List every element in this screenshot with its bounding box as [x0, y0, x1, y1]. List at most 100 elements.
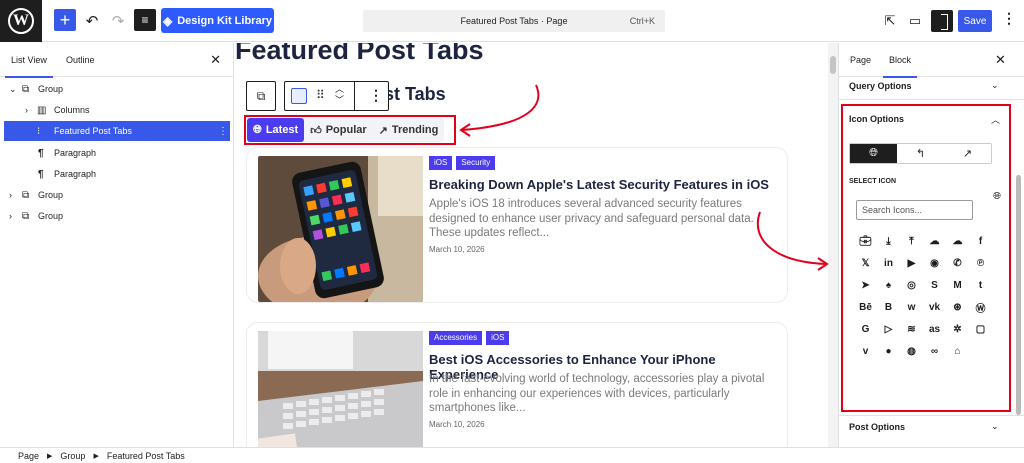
list-item-group[interactable]: › ⧉ Group — [0, 206, 234, 226]
tab-trending[interactable]: ↗ Trending — [373, 118, 445, 142]
search-icons-input[interactable]: Search Icons... — [856, 200, 973, 220]
list-item-featured-post-tabs[interactable]: ⁝ Featured Post Tabs ⋮ — [4, 121, 230, 141]
chevron-up-icon[interactable]: ︿ — [991, 113, 1000, 126]
post-card[interactable]: iOS Security Breaking Down Apple's Lates… — [246, 147, 788, 303]
rss-icon[interactable]: ≋ — [900, 321, 923, 337]
download-icon[interactable]: ⤓ — [877, 233, 900, 249]
tumblr-icon[interactable]: t — [969, 277, 992, 293]
canvas-scrollbar[interactable] — [828, 43, 838, 447]
tripadvisor-icon[interactable]: ∞ — [923, 343, 946, 359]
view-external-icon[interactable]: ⇱ — [878, 9, 902, 33]
breadcrumb-group[interactable]: Group — [60, 451, 85, 461]
telegram-icon[interactable]: ➤ — [854, 277, 877, 293]
add-block-button[interactable]: + — [54, 9, 76, 31]
blogger-icon[interactable]: B — [877, 299, 900, 315]
wix-icon[interactable]: w — [900, 299, 923, 315]
x-icon[interactable]: 𝕏 — [854, 255, 877, 271]
drag-handle-icon[interactable]: ⠿ — [316, 88, 325, 102]
chevron-down-icon[interactable]: ⌄ — [9, 84, 17, 95]
breadcrumb-page[interactable]: Page — [18, 451, 39, 461]
post-thumbnail-accessories[interactable] — [258, 331, 423, 447]
briefcase-icon[interactable]: 💼︎ — [854, 233, 877, 249]
tab-outline[interactable]: Outline — [66, 55, 95, 65]
pinterest-icon[interactable]: ℗ — [969, 255, 992, 271]
stumbleupon-icon[interactable]: S — [923, 277, 946, 293]
command-palette-bar[interactable]: Featured Post Tabs · Page Ctrl+K — [363, 10, 665, 32]
tag-badge[interactable]: iOS — [486, 331, 510, 345]
play-store-icon[interactable]: ▷ — [877, 321, 900, 337]
github-icon[interactable]: ◍ — [900, 343, 923, 359]
dribbble-icon[interactable]: ⊛ — [946, 299, 969, 315]
medium-icon[interactable]: M — [946, 277, 969, 293]
design-kit-library-button[interactable]: ◈ Design Kit Library — [161, 8, 274, 33]
canvas-scrollbar-thumb[interactable] — [830, 56, 836, 74]
tab-list-view[interactable]: List View — [5, 55, 53, 78]
redo-icon[interactable]: ↷ — [106, 9, 130, 33]
list-item-columns[interactable]: › ▥ Columns — [0, 100, 234, 120]
list-item-group[interactable]: ⌄ ⧉ Group — [0, 79, 234, 99]
cloud-download-icon[interactable]: ☁ — [923, 233, 946, 249]
post-options-panel[interactable]: Post Options ⌄ — [839, 415, 1024, 437]
post-card[interactable]: Accessories iOS Best iOS Accessories to … — [246, 322, 788, 447]
globe-icon[interactable]: 🌐︎ — [850, 144, 897, 163]
tab-latest[interactable]: 🌐︎ Latest — [247, 118, 305, 142]
yelp-icon[interactable]: ✲ — [946, 321, 969, 337]
reddit-icon[interactable]: ◉ — [923, 255, 946, 271]
turn-arrow-icon[interactable]: ↰ — [897, 144, 944, 163]
device-preview-icon[interactable]: ▭ — [903, 9, 927, 33]
close-icon[interactable]: ✕ — [995, 52, 1006, 68]
list-item-group[interactable]: › ⧉ Group — [0, 185, 234, 205]
chevron-right-icon[interactable]: › — [9, 190, 12, 200]
tag-badge[interactable]: Security — [456, 156, 496, 170]
vimeo-icon[interactable]: v — [854, 343, 877, 359]
options-kebab-icon[interactable]: ⋮ — [1002, 10, 1016, 27]
post-options-header[interactable]: Post Options — [849, 422, 905, 432]
block-options-icon[interactable]: ⋮ — [369, 87, 383, 104]
twitch-icon[interactable]: ▢ — [969, 321, 992, 337]
options-kebab-icon[interactable]: ⋮ — [218, 126, 228, 137]
wordpress-logo-icon[interactable]: W — [0, 0, 42, 42]
cloud-upload-icon[interactable]: ☁ — [946, 233, 969, 249]
whatsapp-icon[interactable]: ✆ — [946, 255, 969, 271]
tag-badge[interactable]: iOS — [429, 156, 453, 170]
document-overview-icon[interactable]: ≡ — [134, 9, 156, 31]
save-button[interactable]: Save — [958, 10, 992, 32]
close-icon[interactable]: ✕ — [210, 52, 221, 68]
breadcrumb-featured-post-tabs[interactable]: Featured Post Tabs — [107, 451, 185, 461]
chevron-down-icon[interactable]: ⌄ — [991, 421, 999, 432]
tag-badge[interactable]: Accessories — [429, 331, 483, 345]
icon-options-header[interactable]: Icon Options — [849, 114, 904, 124]
behance-icon[interactable]: Bē — [854, 299, 877, 315]
inspector-scrollbar[interactable] — [1016, 175, 1021, 415]
instagram-icon[interactable]: ◎ — [900, 277, 923, 293]
select-parent-group-icon[interactable]: ⧉ — [246, 81, 276, 111]
facebook-icon[interactable]: f — [969, 233, 992, 249]
list-item-paragraph[interactable]: ¶ Paragraph — [0, 164, 234, 184]
tab-page[interactable]: Page — [850, 55, 871, 65]
post-title[interactable]: Breaking Down Apple's Latest Security Fe… — [429, 177, 779, 192]
vk-icon[interactable]: vk — [923, 299, 946, 315]
list-item-paragraph[interactable]: ¶ Paragraph — [0, 143, 234, 163]
tab-block[interactable]: Block — [882, 55, 918, 78]
undo-icon[interactable]: ↶ — [80, 9, 104, 33]
tabs-block-icon[interactable] — [291, 88, 307, 104]
globe-icon[interactable]: 🌐︎ — [993, 191, 1001, 202]
chevron-right-icon[interactable]: › — [9, 211, 12, 221]
youtube-icon[interactable]: ▶ — [900, 255, 923, 271]
tab-popular[interactable]: 👍︎ Popular — [304, 118, 372, 142]
trending-icon[interactable]: ↗ — [944, 144, 991, 163]
page-title[interactable]: Featured Post Tabs — [235, 43, 484, 66]
query-options-header[interactable]: Query Options — [849, 81, 912, 91]
post-thumbnail-phone[interactable] — [258, 156, 423, 302]
spotify-icon[interactable]: ● — [877, 343, 900, 359]
chevron-down-icon[interactable]: ⌄ — [991, 80, 999, 91]
wordpress-icon[interactable]: Ⓦ — [969, 299, 992, 315]
upload-icon[interactable]: ⤒ — [900, 233, 923, 249]
move-up-down-icon[interactable]: ︿ ﹀ — [335, 84, 344, 106]
linkedin-icon[interactable]: in — [877, 255, 900, 271]
lastfm-icon[interactable]: as — [923, 321, 946, 337]
snapchat-icon[interactable]: ♠ — [877, 277, 900, 293]
settings-sidebar-icon[interactable] — [931, 10, 953, 32]
home-icon[interactable]: ⌂ — [946, 343, 969, 359]
google-icon[interactable]: G — [854, 321, 877, 337]
